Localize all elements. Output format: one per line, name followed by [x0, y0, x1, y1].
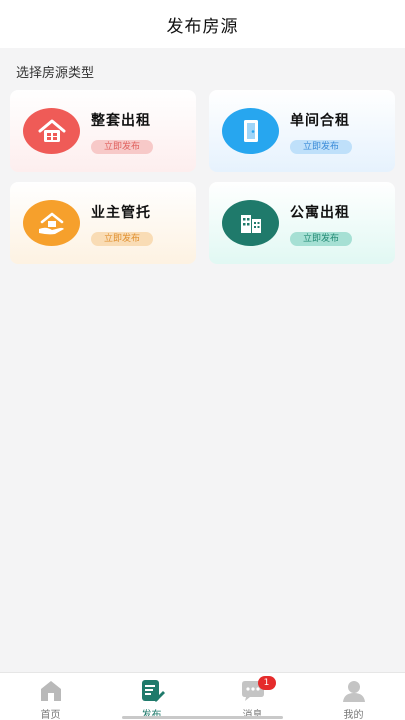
door-icon	[222, 108, 279, 154]
card-title: 单间合租	[290, 113, 350, 129]
publish-now-button[interactable]: 立即发布	[290, 232, 352, 246]
publish-icon	[138, 678, 166, 704]
publish-now-button[interactable]: 立即发布	[91, 140, 153, 154]
card-shared-room[interactable]: 单间合租 立即发布	[209, 90, 395, 172]
card-whole-rent[interactable]: 整套出租 立即发布	[10, 90, 196, 172]
home-indicator	[122, 716, 283, 719]
card-title: 整套出租	[91, 113, 151, 129]
publish-now-button[interactable]: 立即发布	[290, 140, 352, 154]
section-label: 选择房源类型	[16, 66, 95, 81]
house-icon	[23, 108, 80, 154]
tab-profile[interactable]: 我的	[303, 673, 404, 720]
tab-home[interactable]: 首页	[0, 673, 101, 720]
tab-messages[interactable]: 1 消息	[202, 673, 303, 720]
unread-badge: 1	[257, 676, 276, 690]
card-title: 业主管托	[91, 205, 151, 221]
card-title: 公寓出租	[290, 205, 350, 221]
publish-now-button[interactable]: 立即发布	[91, 232, 153, 246]
card-owner-trust[interactable]: 业主管托 立即发布	[10, 182, 196, 264]
tab-label: 首页	[40, 710, 61, 720]
building-icon	[222, 200, 279, 246]
hand-house-icon	[23, 200, 80, 246]
page-title: 发布房源	[166, 16, 239, 37]
tab-publish[interactable]: 发布	[101, 673, 202, 720]
home-icon	[37, 678, 65, 704]
top-bar: 发布房源	[0, 0, 405, 48]
bottom-tab-bar: 首页 发布 1 消息 我的	[0, 672, 405, 720]
chat-icon: 1	[239, 676, 276, 704]
tab-label: 我的	[343, 710, 364, 720]
user-icon	[340, 678, 368, 704]
card-apartment-rent[interactable]: 公寓出租 立即发布	[209, 182, 395, 264]
